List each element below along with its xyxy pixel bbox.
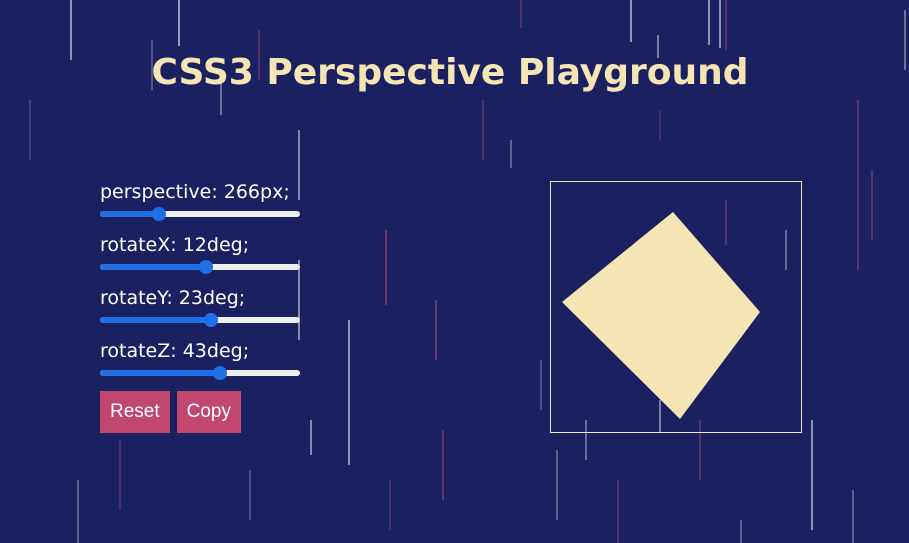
slider-thumb[interactable] xyxy=(204,313,218,327)
action-buttons: Reset Copy xyxy=(100,391,248,433)
rotatex-label: rotateX: 12deg; xyxy=(100,234,250,256)
reset-button[interactable]: Reset xyxy=(100,391,170,433)
slider-fill xyxy=(100,370,220,376)
slider-fill xyxy=(100,211,159,217)
slider-fill xyxy=(100,264,206,270)
preview-box xyxy=(550,181,802,433)
rotatex-slider[interactable] xyxy=(100,259,300,275)
rotatey-slider[interactable] xyxy=(100,312,300,328)
controls-panel: perspective: 266px; rotateX: 12deg; rota… xyxy=(100,180,340,392)
slider-thumb[interactable] xyxy=(152,207,166,221)
rotatez-control: rotateZ: 43deg; xyxy=(100,339,340,392)
page-title: CSS3 Perspective Playground xyxy=(151,52,749,93)
rotatey-label: rotateY: 23deg; xyxy=(100,287,246,309)
slider-thumb[interactable] xyxy=(213,366,227,380)
slider-fill xyxy=(100,317,211,323)
rotatez-slider[interactable] xyxy=(100,365,300,381)
playground-page: CSS3 Perspective Playground perspective:… xyxy=(0,0,909,543)
slider-thumb[interactable] xyxy=(199,260,213,274)
perspective-control: perspective: 266px; xyxy=(100,180,340,233)
copy-button[interactable]: Copy xyxy=(176,391,241,433)
perspective-slider[interactable] xyxy=(100,206,300,222)
rotatey-control: rotateY: 23deg; xyxy=(100,286,340,339)
rotatex-control: rotateX: 12deg; xyxy=(100,233,340,286)
perspective-label: perspective: 266px; xyxy=(100,181,290,203)
preview-canvas xyxy=(562,212,760,419)
rotatez-label: rotateZ: 43deg; xyxy=(100,340,250,362)
transformed-square xyxy=(562,212,760,419)
